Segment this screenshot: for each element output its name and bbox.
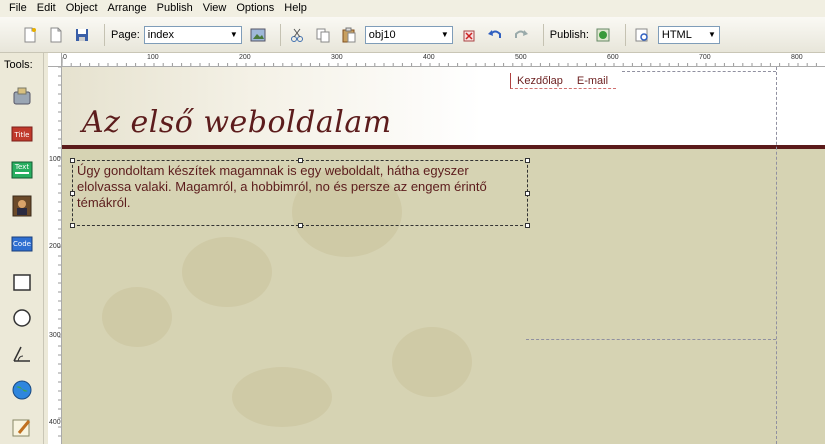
toolbar-separator [542, 23, 544, 46]
ruler-mark: 100 [147, 54, 159, 61]
redo-icon[interactable] [511, 25, 531, 45]
toolbar-separator [279, 23, 281, 46]
tools-panel: Tools: Title Text Code [0, 53, 44, 444]
ellipse-tool-icon[interactable] [10, 307, 34, 329]
resize-handle[interactable] [70, 191, 75, 196]
code-tool-icon[interactable]: Code [10, 233, 34, 255]
format-select-value: HTML [661, 28, 692, 41]
title-tool-icon[interactable]: Title [10, 123, 34, 145]
tools-label: Tools: [4, 59, 33, 71]
undo-icon[interactable] [485, 25, 505, 45]
background-leaf [102, 287, 172, 347]
menu-file[interactable]: File [4, 0, 32, 17]
copy-icon[interactable] [313, 25, 333, 45]
rectangle-tool-icon[interactable] [10, 271, 34, 293]
preview-icon[interactable] [632, 25, 652, 45]
menu-bar: File Edit Object Arrange Publish View Op… [0, 0, 825, 17]
new-file-icon[interactable] [46, 25, 66, 45]
nav-link-home[interactable]: Kezdőlap [511, 75, 571, 87]
page-select-value: index [147, 28, 175, 41]
pointer-tool-icon[interactable] [10, 85, 34, 107]
vertical-ruler: 100 200 300 400 [48, 67, 62, 444]
intro-text: Úgy gondoltam készítek magamnak is egy w… [77, 163, 487, 210]
publish-label: Publish: [549, 28, 589, 41]
page-properties-icon[interactable] [248, 25, 268, 45]
menu-object[interactable]: Object [61, 0, 103, 17]
resize-handle[interactable] [525, 191, 530, 196]
menu-arrange[interactable]: Arrange [103, 0, 152, 17]
layout-guide [622, 71, 776, 72]
resize-handle[interactable] [298, 158, 303, 163]
ruler-mark: 0 [63, 54, 67, 61]
nav-link-email[interactable]: E-mail [571, 75, 616, 87]
nav-bar: Kezdőlap E-mail [510, 73, 617, 89]
ruler-mark: 200 [239, 54, 251, 61]
new-page-icon[interactable] [20, 25, 40, 45]
resize-handle[interactable] [70, 158, 75, 163]
horizontal-ruler: 0 100 200 300 400 500 600 700 800 [62, 53, 825, 67]
layout-guide [526, 339, 776, 340]
header-divider [62, 145, 825, 149]
globe-tool-icon[interactable] [10, 379, 34, 401]
menu-edit[interactable]: Edit [32, 0, 61, 17]
format-select[interactable]: HTML ▼ [657, 25, 720, 44]
intro-text-box[interactable]: Úgy gondoltam készítek magamnak is egy w… [70, 158, 530, 228]
menu-publish[interactable]: Publish [152, 0, 198, 17]
chevron-down-icon: ▼ [707, 30, 716, 39]
ruler-mark: 200 [49, 243, 61, 250]
background-leaf [392, 327, 472, 397]
page-width-guide [776, 67, 777, 444]
resize-handle[interactable] [70, 223, 75, 228]
resize-handle[interactable] [525, 158, 530, 163]
save-icon[interactable] [72, 25, 92, 45]
chevron-down-icon: ▼ [229, 30, 238, 39]
ruler-corner [48, 53, 62, 67]
cut-icon[interactable] [287, 25, 307, 45]
resize-handle[interactable] [298, 223, 303, 228]
ruler-mark: 600 [607, 54, 619, 61]
toolbar: Page: index ▼ obj10 ▼ Publish: HTML ▼ [0, 17, 825, 53]
page-title[interactable]: Az első weboldalam [82, 105, 392, 140]
ruler-mark: 100 [49, 156, 61, 163]
page-select[interactable]: index ▼ [143, 25, 242, 44]
background-leaf [182, 237, 272, 307]
ruler-mark: 700 [699, 54, 711, 61]
ruler-mark: 400 [423, 54, 435, 61]
image-tool-icon[interactable] [10, 195, 34, 217]
object-select-value: obj10 [368, 28, 396, 41]
polygon-tool-icon[interactable] [10, 343, 34, 365]
svg-text:Title: Title [13, 131, 29, 139]
background-leaf [232, 367, 332, 427]
ruler-mark: 500 [515, 54, 527, 61]
page-label: Page: [111, 28, 140, 41]
menu-view[interactable]: View [198, 0, 232, 17]
ruler-mark: 400 [49, 419, 61, 426]
toolbar-separator [624, 23, 626, 46]
ruler-mark: 300 [331, 54, 343, 61]
design-canvas[interactable]: Kezdőlap E-mail Az első weboldalam Úgy g… [62, 67, 825, 444]
text-tool-icon[interactable]: Text [10, 159, 34, 181]
menu-help[interactable]: Help [279, 0, 312, 17]
form-tool-icon[interactable] [10, 417, 34, 439]
ruler-mark: 300 [49, 332, 61, 339]
chevron-down-icon: ▼ [440, 30, 449, 39]
resize-handle[interactable] [525, 223, 530, 228]
ruler-mark: 800 [791, 54, 803, 61]
menu-options[interactable]: Options [231, 0, 279, 17]
toolbar-separator [104, 23, 105, 46]
delete-object-icon[interactable] [459, 25, 479, 45]
object-select[interactable]: obj10 ▼ [364, 25, 453, 44]
svg-text:Text: Text [14, 163, 29, 171]
svg-text:Code: Code [13, 240, 31, 248]
paste-icon[interactable] [339, 25, 359, 45]
publish-icon[interactable] [593, 25, 613, 45]
